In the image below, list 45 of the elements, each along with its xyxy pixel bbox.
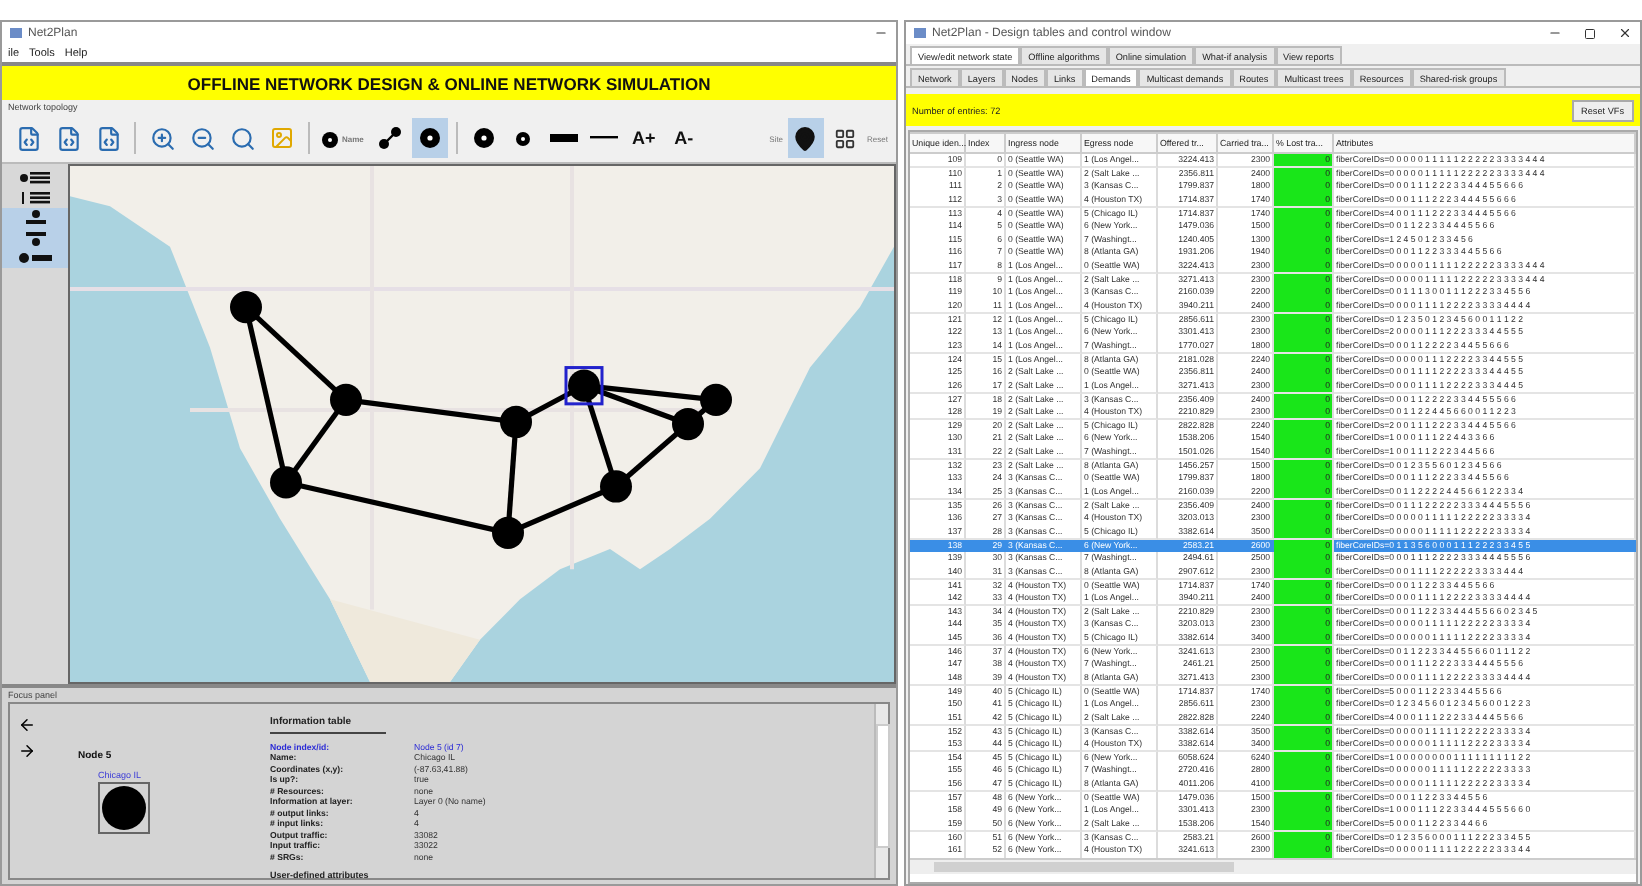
node-bar-icon	[17, 252, 53, 264]
app-icon	[10, 28, 22, 38]
font-size-button[interactable]: A+	[625, 118, 662, 158]
forward-arrow-icon[interactable]	[18, 742, 36, 760]
named-node-icon	[322, 128, 342, 148]
network-node[interactable]	[500, 405, 532, 439]
xml-file-icon	[55, 125, 81, 151]
move-up-icon	[23, 210, 47, 226]
toolbar-button[interactable]	[411, 118, 448, 158]
maximize-icon[interactable]	[1584, 27, 1596, 39]
sidebar-button[interactable]	[2, 248, 68, 268]
small-node-icon	[516, 131, 531, 145]
link-icon	[377, 126, 402, 150]
toolbar-button[interactable]	[787, 118, 824, 158]
banner-title: OFFLINE NETWORK DESIGN & ONLINE NETWORK SIMULATION	[2, 62, 896, 100]
network-node[interactable]	[600, 470, 632, 503]
network-node[interactable]	[672, 407, 704, 441]
node-icon	[417, 126, 442, 150]
move-down-icon	[23, 230, 47, 246]
image-icon	[270, 126, 294, 150]
app-icon	[914, 28, 926, 38]
network-node[interactable]	[270, 466, 302, 499]
xml-file-icon	[15, 125, 41, 151]
large-node-icon	[473, 128, 494, 148]
network-node[interactable]	[492, 516, 524, 549]
close-icon[interactable]	[1618, 26, 1632, 40]
list-icon	[17, 190, 53, 206]
minimize-icon[interactable]	[1548, 26, 1562, 40]
map-pin-icon	[792, 125, 819, 151]
sidebar-button[interactable]	[2, 208, 68, 228]
font-size-button[interactable]: A-	[665, 118, 702, 158]
minimize-icon[interactable]	[874, 26, 888, 40]
back-arrow-icon[interactable]	[18, 716, 36, 734]
layers-icon	[17, 170, 53, 186]
network-node[interactable]	[230, 290, 262, 324]
xml-file-icon	[95, 125, 121, 151]
scrollbar[interactable]	[874, 704, 888, 878]
network-node[interactable]	[700, 383, 732, 416]
network-node[interactable]	[330, 383, 362, 416]
grid-icon	[834, 127, 857, 149]
thin-line-icon	[589, 136, 618, 140]
node-preview	[98, 782, 150, 834]
zoom-out-icon	[189, 125, 215, 151]
zoom-in-icon	[149, 125, 175, 151]
search-icon	[229, 125, 255, 151]
